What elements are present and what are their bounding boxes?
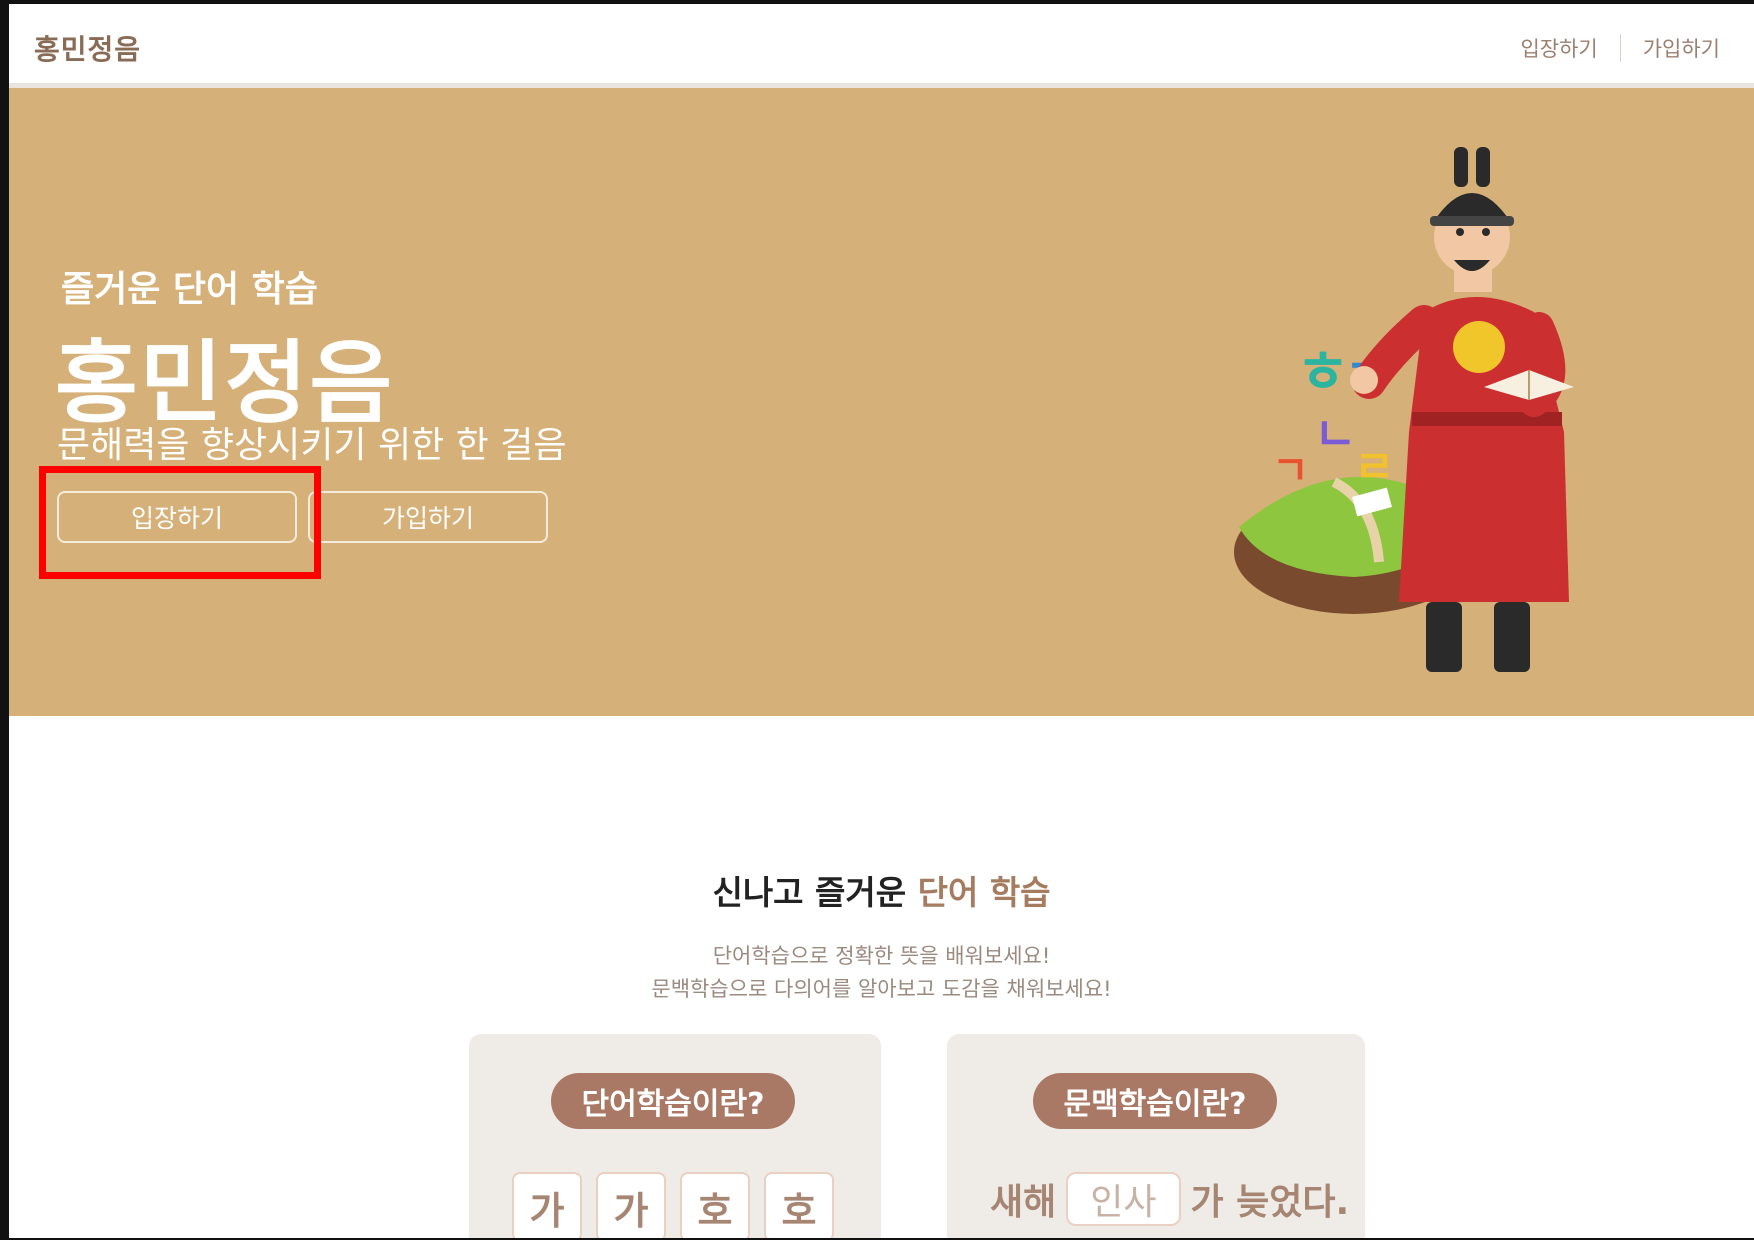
intro-desc-line-2: 문백학습으로 다의어를 알아보고 도감을 채워보세요! xyxy=(651,977,1112,1001)
intro-title-prefix: 신나고 즐거운 xyxy=(712,873,907,912)
dragon-emblem-icon xyxy=(1453,321,1505,373)
hero-subtitle: 즐거운 단어 학습 xyxy=(61,269,318,310)
context-after-text: 가 늦었다. xyxy=(1190,1182,1350,1223)
context-example-sentence: 새해 인사 가 늦었다. xyxy=(990,1172,1349,1226)
intro-desc-line-1: 단어학습으로 정확한 뜻을 배워보세요! xyxy=(712,944,1051,968)
context-learning-card: 문맥학습이란? 새해 인사 가 늦었다. xyxy=(947,1034,1365,1238)
svg-text:ㄱ: ㄱ xyxy=(1272,448,1309,494)
svg-text:ㅎ: ㅎ xyxy=(1296,338,1349,406)
word-learning-label[interactable]: 단어학습이란? xyxy=(551,1073,795,1129)
letter-tile[interactable]: 호 xyxy=(680,1172,750,1238)
context-blank-word[interactable]: 인사 xyxy=(1066,1172,1181,1226)
top-navigation-bar: 홍민정음 입장하기 가입하기 xyxy=(9,4,1754,88)
intro-title-accent: 단어 학습 xyxy=(917,873,1051,912)
hero-description: 문해력을 향상시키기 위한 한 걸음 xyxy=(57,425,567,466)
site-logo[interactable]: 홍민정음 xyxy=(34,28,141,68)
nav-join-link[interactable]: 가입하기 xyxy=(1621,33,1742,63)
context-learning-label[interactable]: 문맥학습이란? xyxy=(1033,1073,1277,1129)
hero-banner: 즐거운 단어 학습 홍민정음 문해력을 향상시키기 위한 한 걸음 입장하기 가… xyxy=(9,88,1754,716)
intro-section-title: 신나고 즐거운 단어 학습 xyxy=(9,866,1754,914)
svg-text:ㄹ: ㄹ xyxy=(1354,442,1394,493)
browser-viewport: 홍민정음 입장하기 가입하기 즐거운 단어 학습 홍민정음 문해력을 향상시키기… xyxy=(0,0,1754,1240)
word-learning-card: 단어학습이란? 가 가 호 호 xyxy=(469,1034,881,1238)
intro-description: 단어학습으로 정확한 뜻을 배워보세요! 문백학습으로 다의어를 알아보고 도감… xyxy=(9,940,1754,1006)
highlight-box xyxy=(39,466,321,579)
king-sejong-illustration: ㅎ ㄱ ㄴ ㄹ ㄱ xyxy=(1234,147,1574,672)
hero-join-button[interactable]: 가입하기 xyxy=(308,491,548,543)
letter-tiles: 가 가 호 호 xyxy=(512,1172,834,1238)
letter-tile[interactable]: 가 xyxy=(512,1172,582,1238)
context-before-text: 새해 xyxy=(990,1182,1057,1223)
letter-tile[interactable]: 호 xyxy=(764,1172,834,1238)
top-nav-links: 입장하기 가입하기 xyxy=(1498,33,1742,63)
letter-tile[interactable]: 가 xyxy=(596,1172,666,1238)
nav-enter-link[interactable]: 입장하기 xyxy=(1498,33,1619,63)
svg-text:ㄴ: ㄴ xyxy=(1314,407,1356,461)
